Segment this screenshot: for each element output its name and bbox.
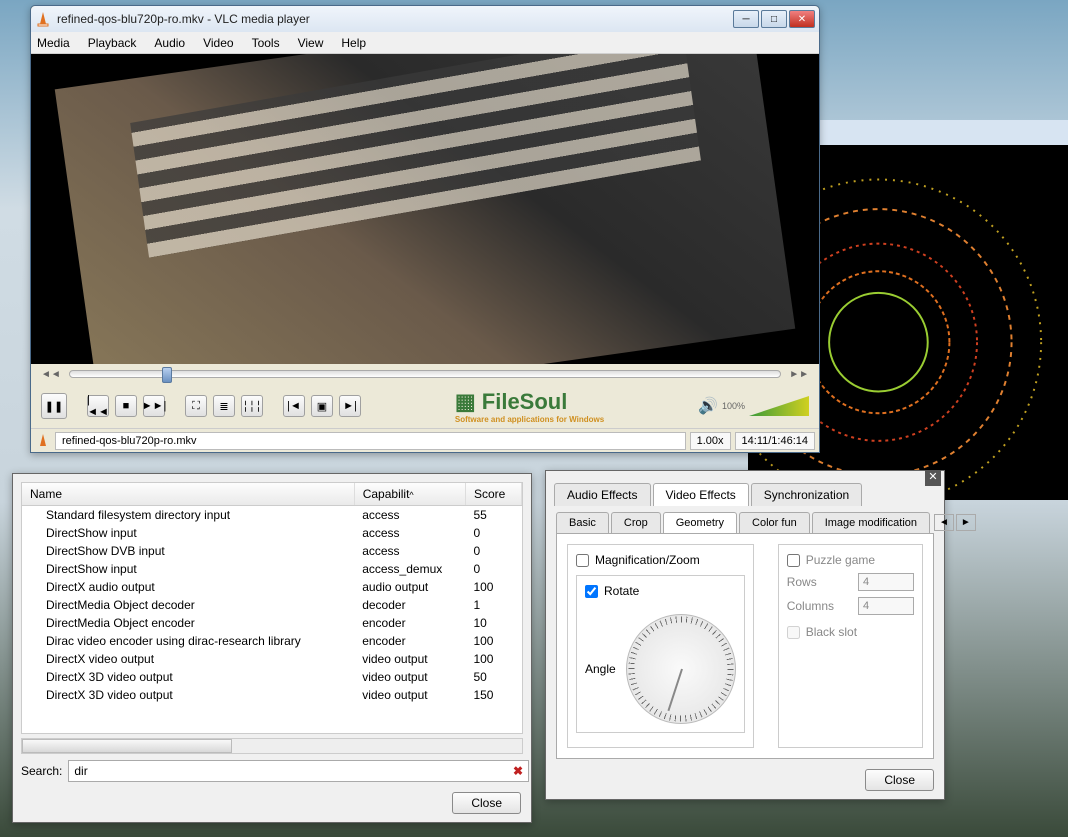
vlc-main-window: refined-qos-blu720p-ro.mkv - VLC media p… [30,5,820,453]
menu-media[interactable]: Media [37,36,70,50]
plugins-close-button[interactable]: Close [452,792,521,814]
subtab-color-fun[interactable]: Color fun [739,512,810,533]
minimize-button[interactable]: ─ [733,10,759,28]
table-row[interactable]: DirectMedia Object encoderencoder10 [22,614,522,632]
subtab-nav[interactable]: ◄ [934,514,954,531]
watermark: ▦ FileSoul Software and applications for… [367,389,692,424]
effects-close-button[interactable]: Close [865,769,934,791]
pause-button[interactable]: ❚❚ [41,393,67,419]
close-button[interactable]: ✕ [789,10,815,28]
tab-audio-effects[interactable]: Audio Effects [554,483,651,506]
equalizer-button[interactable]: ╎╎╎ [241,395,263,417]
table-row[interactable]: Standard filesystem directory inputacces… [22,506,522,525]
video-area[interactable] [31,54,819,364]
geometry-left-group: Magnification/Zoom Rotate Angle [567,544,754,748]
magzoom-checkbox[interactable]: Magnification/Zoom [576,553,745,567]
effects-subtabs: BasicCropGeometryColor funImage modifica… [556,512,934,533]
volume-slider[interactable] [749,396,809,416]
fullscreen-button[interactable]: ⛶ [185,395,207,417]
playback-time[interactable]: 14:11/1:46:14 [735,432,815,450]
table-row[interactable]: DirectShow DVB inputaccess0 [22,542,522,560]
next-button[interactable]: ►►| [143,395,165,417]
clear-search-icon[interactable]: ✖ [513,764,523,778]
col-capability[interactable]: Capabilit^ [354,483,465,506]
window-title: refined-qos-blu720p-ro.mkv - VLC media p… [57,12,733,26]
table-row[interactable]: DirectX 3D video outputvideo output50 [22,668,522,686]
menu-playback[interactable]: Playback [88,36,137,50]
status-filename[interactable]: refined-qos-blu720p-ro.mkv [55,432,686,450]
rotate-checkbox[interactable]: Rotate [585,584,736,598]
menubar: Media Playback Audio Video Tools View He… [31,32,819,54]
columns-label: Columns [787,599,834,613]
horizontal-scrollbar[interactable] [21,738,523,754]
puzzle-checkbox[interactable]: Puzzle game [787,553,914,567]
effects-close-icon[interactable]: ✕ [925,470,941,486]
table-row[interactable]: DirectX video outputvideo output100 [22,650,522,668]
search-label: Search: [21,764,62,778]
table-row[interactable]: DirectX 3D video outputvideo output150 [22,686,522,704]
subtab-geometry[interactable]: Geometry [663,512,737,533]
rows-label: Rows [787,575,817,589]
tab-video-effects[interactable]: Video Effects [653,483,749,506]
table-row[interactable]: DirectShow inputaccess_demux0 [22,560,522,578]
angle-label: Angle [585,662,616,676]
table-row[interactable]: DirectShow inputaccess0 [22,524,522,542]
playlist-button[interactable]: ≣ [213,395,235,417]
stop-button[interactable]: ■ [115,395,137,417]
seek-fwd-icon[interactable]: ►► [789,369,809,380]
blackslot-checkbox[interactable]: Black slot [787,625,914,639]
vlc-cone-icon [35,11,51,27]
columns-spinner[interactable] [858,597,914,615]
rows-spinner[interactable] [858,573,914,591]
table-row[interactable]: Dirac video encoder using dirac-research… [22,632,522,650]
subtab-image-modification[interactable]: Image modification [812,512,930,533]
seek-back-icon[interactable]: ◄◄ [41,369,61,380]
menu-help[interactable]: Help [341,36,366,50]
rotate-group: Rotate Angle [576,575,745,733]
effects-tabs-top: Audio EffectsVideo EffectsSynchronizatio… [554,483,936,506]
table-row[interactable]: DirectMedia Object decoderdecoder1 [22,596,522,614]
menu-view[interactable]: View [298,36,324,50]
seek-slider[interactable] [69,370,781,378]
tab-synchronization[interactable]: Synchronization [751,483,862,506]
menu-tools[interactable]: Tools [252,36,280,50]
vlc-cone-icon [35,433,51,449]
subtab-nav[interactable]: ► [956,514,976,531]
col-name[interactable]: Name [22,483,354,506]
playback-speed[interactable]: 1.00x [690,432,731,450]
table-row[interactable]: DirectX audio outputaudio output100 [22,578,522,596]
menu-video[interactable]: Video [203,36,233,50]
frame-fwd-button[interactable]: ►| [339,395,361,417]
plugins-window: Name Capabilit^ Score Standard filesyste… [12,473,532,823]
video-frame-image [55,54,796,364]
puzzle-group: Puzzle game Rows Columns Black slot [778,544,923,748]
subtab-crop[interactable]: Crop [611,512,661,533]
record-button[interactable]: ▣ [311,395,333,417]
volume-label: 100% [722,401,745,411]
col-score[interactable]: Score [465,483,521,506]
titlebar[interactable]: refined-qos-blu720p-ro.mkv - VLC media p… [31,6,819,32]
menu-audio[interactable]: Audio [154,36,185,50]
prev-button[interactable]: |◄◄ [87,395,109,417]
maximize-button[interactable]: □ [761,10,787,28]
speaker-icon[interactable]: 🔊 [698,396,718,416]
frame-back-button[interactable]: |◄ [283,395,305,417]
angle-dial[interactable] [626,614,736,724]
subtab-basic[interactable]: Basic [556,512,609,533]
search-input[interactable] [68,760,529,782]
plugins-table[interactable]: Name Capabilit^ Score Standard filesyste… [21,482,523,734]
effects-window: ✕ Audio EffectsVideo EffectsSynchronizat… [545,470,945,800]
